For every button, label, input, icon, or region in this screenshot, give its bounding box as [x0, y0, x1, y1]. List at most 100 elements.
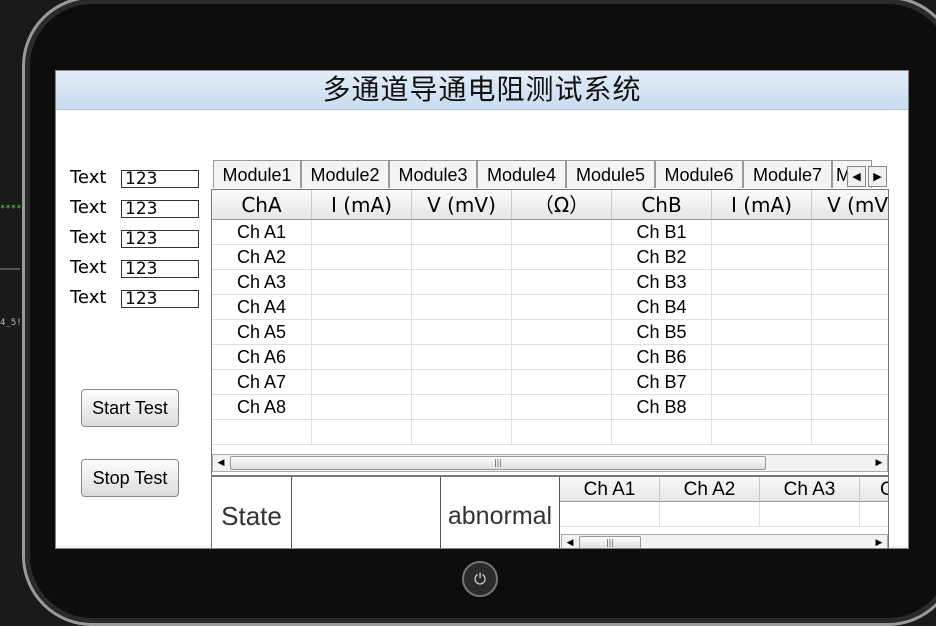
table-cell[interactable]: [712, 270, 812, 295]
table-cell[interactable]: [512, 395, 612, 420]
table-cell[interactable]: [712, 420, 812, 445]
tab-module1[interactable]: Module1: [213, 160, 301, 188]
table-cell[interactable]: [512, 220, 612, 245]
text-input[interactable]: 123: [121, 260, 199, 278]
tab-module3[interactable]: Module3: [389, 160, 477, 188]
table-cell[interactable]: Ch A4: [212, 295, 312, 320]
table-cell[interactable]: Ch B4: [612, 295, 712, 320]
table-cell[interactable]: [412, 220, 512, 245]
abnormal-column-header[interactable]: Ch A1: [560, 477, 660, 502]
table-cell[interactable]: [312, 320, 412, 345]
table-cell[interactable]: [512, 295, 612, 320]
grid-horizontal-scrollbar[interactable]: ◀ ||| ▶: [212, 454, 888, 472]
table-cell[interactable]: [412, 345, 512, 370]
table-cell[interactable]: Ch B8: [612, 395, 712, 420]
table-cell[interactable]: [412, 420, 512, 445]
abnormal-column-header[interactable]: Ch A3: [760, 477, 860, 502]
column-header[interactable]: ChB: [612, 190, 712, 220]
scroll-right-button[interactable]: ▶: [871, 455, 887, 471]
column-header[interactable]: V (mV): [412, 190, 512, 220]
table-cell[interactable]: [412, 270, 512, 295]
text-input[interactable]: 123: [121, 170, 199, 188]
tab-module7[interactable]: Module7: [743, 160, 832, 188]
table-cell[interactable]: Ch A2: [212, 245, 312, 270]
table-cell[interactable]: Ch A7: [212, 370, 312, 395]
abnormal-horizontal-scrollbar[interactable]: ◀ ||| ▶: [561, 534, 888, 548]
table-cell[interactable]: Ch A6: [212, 345, 312, 370]
table-cell[interactable]: [412, 295, 512, 320]
table-cell[interactable]: [312, 245, 412, 270]
table-cell[interactable]: [812, 320, 888, 345]
text-input[interactable]: 123: [121, 200, 199, 218]
table-cell[interactable]: [712, 395, 812, 420]
table-cell[interactable]: Ch B5: [612, 320, 712, 345]
table-cell[interactable]: [512, 370, 612, 395]
text-input[interactable]: 123: [121, 290, 199, 308]
table-cell[interactable]: [812, 270, 888, 295]
table-cell[interactable]: [712, 245, 812, 270]
tab-module5[interactable]: Module5: [566, 160, 655, 188]
table-cell[interactable]: [312, 345, 412, 370]
table-cell[interactable]: Ch A5: [212, 320, 312, 345]
table-cell[interactable]: [712, 370, 812, 395]
abnormal-column-header[interactable]: C: [860, 477, 888, 502]
column-header[interactable]: V (mV): [812, 190, 888, 220]
table-cell[interactable]: Ch B3: [612, 270, 712, 295]
start-test-button[interactable]: Start Test: [81, 389, 179, 427]
table-cell[interactable]: [812, 395, 888, 420]
scroll-right-button[interactable]: ▶: [871, 535, 887, 548]
table-cell[interactable]: [512, 320, 612, 345]
scrollbar-thumb[interactable]: |||: [579, 536, 641, 548]
table-cell[interactable]: [712, 320, 812, 345]
tab-scroll-right-button[interactable]: ▶: [868, 166, 887, 187]
table-cell[interactable]: Ch B6: [612, 345, 712, 370]
abnormal-column-header[interactable]: Ch A2: [660, 477, 760, 502]
table-cell[interactable]: [312, 395, 412, 420]
scroll-left-button[interactable]: ◀: [213, 455, 229, 471]
tab-module6[interactable]: Module6: [655, 160, 743, 188]
table-cell[interactable]: [812, 295, 888, 320]
table-cell[interactable]: [712, 295, 812, 320]
tab-module2[interactable]: Module2: [301, 160, 389, 188]
table-cell[interactable]: [812, 370, 888, 395]
column-header[interactable]: （Ω）: [512, 190, 612, 220]
text-input[interactable]: 123: [121, 230, 199, 248]
table-cell[interactable]: [312, 370, 412, 395]
table-cell[interactable]: [312, 420, 412, 445]
table-cell[interactable]: Ch A3: [212, 270, 312, 295]
table-cell[interactable]: Ch B2: [612, 245, 712, 270]
column-header[interactable]: I (mA): [312, 190, 412, 220]
power-button[interactable]: ⏻: [462, 561, 498, 597]
tab-module4[interactable]: Module4: [477, 160, 566, 188]
table-cell[interactable]: [512, 245, 612, 270]
scrollbar-thumb[interactable]: |||: [230, 456, 766, 470]
table-cell[interactable]: [512, 270, 612, 295]
channel-data-grid[interactable]: ChA I (mA) V (mV) （Ω） ChB I (mA) V (mV) …: [211, 189, 889, 476]
table-cell[interactable]: [412, 395, 512, 420]
table-cell[interactable]: Ch B1: [612, 220, 712, 245]
table-cell[interactable]: Ch B7: [612, 370, 712, 395]
table-cell[interactable]: [812, 220, 888, 245]
table-cell[interactable]: [812, 420, 888, 445]
table-cell[interactable]: [812, 345, 888, 370]
table-cell[interactable]: [312, 220, 412, 245]
table-cell[interactable]: [712, 345, 812, 370]
tab-scroll-left-button[interactable]: ◀: [847, 166, 866, 187]
stop-test-button[interactable]: Stop Test: [81, 459, 179, 497]
table-cell[interactable]: Ch A8: [212, 395, 312, 420]
table-cell[interactable]: [412, 370, 512, 395]
column-header[interactable]: ChA: [212, 190, 312, 220]
table-cell[interactable]: [312, 270, 412, 295]
table-cell[interactable]: [212, 420, 312, 445]
table-cell[interactable]: [412, 320, 512, 345]
table-cell[interactable]: [712, 220, 812, 245]
scroll-left-button[interactable]: ◀: [562, 535, 578, 548]
table-cell[interactable]: [512, 420, 612, 445]
table-cell[interactable]: [312, 295, 412, 320]
table-cell[interactable]: [412, 245, 512, 270]
table-cell[interactable]: [612, 420, 712, 445]
column-header[interactable]: I (mA): [712, 190, 812, 220]
table-cell[interactable]: [812, 245, 888, 270]
table-cell[interactable]: Ch A1: [212, 220, 312, 245]
table-cell[interactable]: [512, 345, 612, 370]
